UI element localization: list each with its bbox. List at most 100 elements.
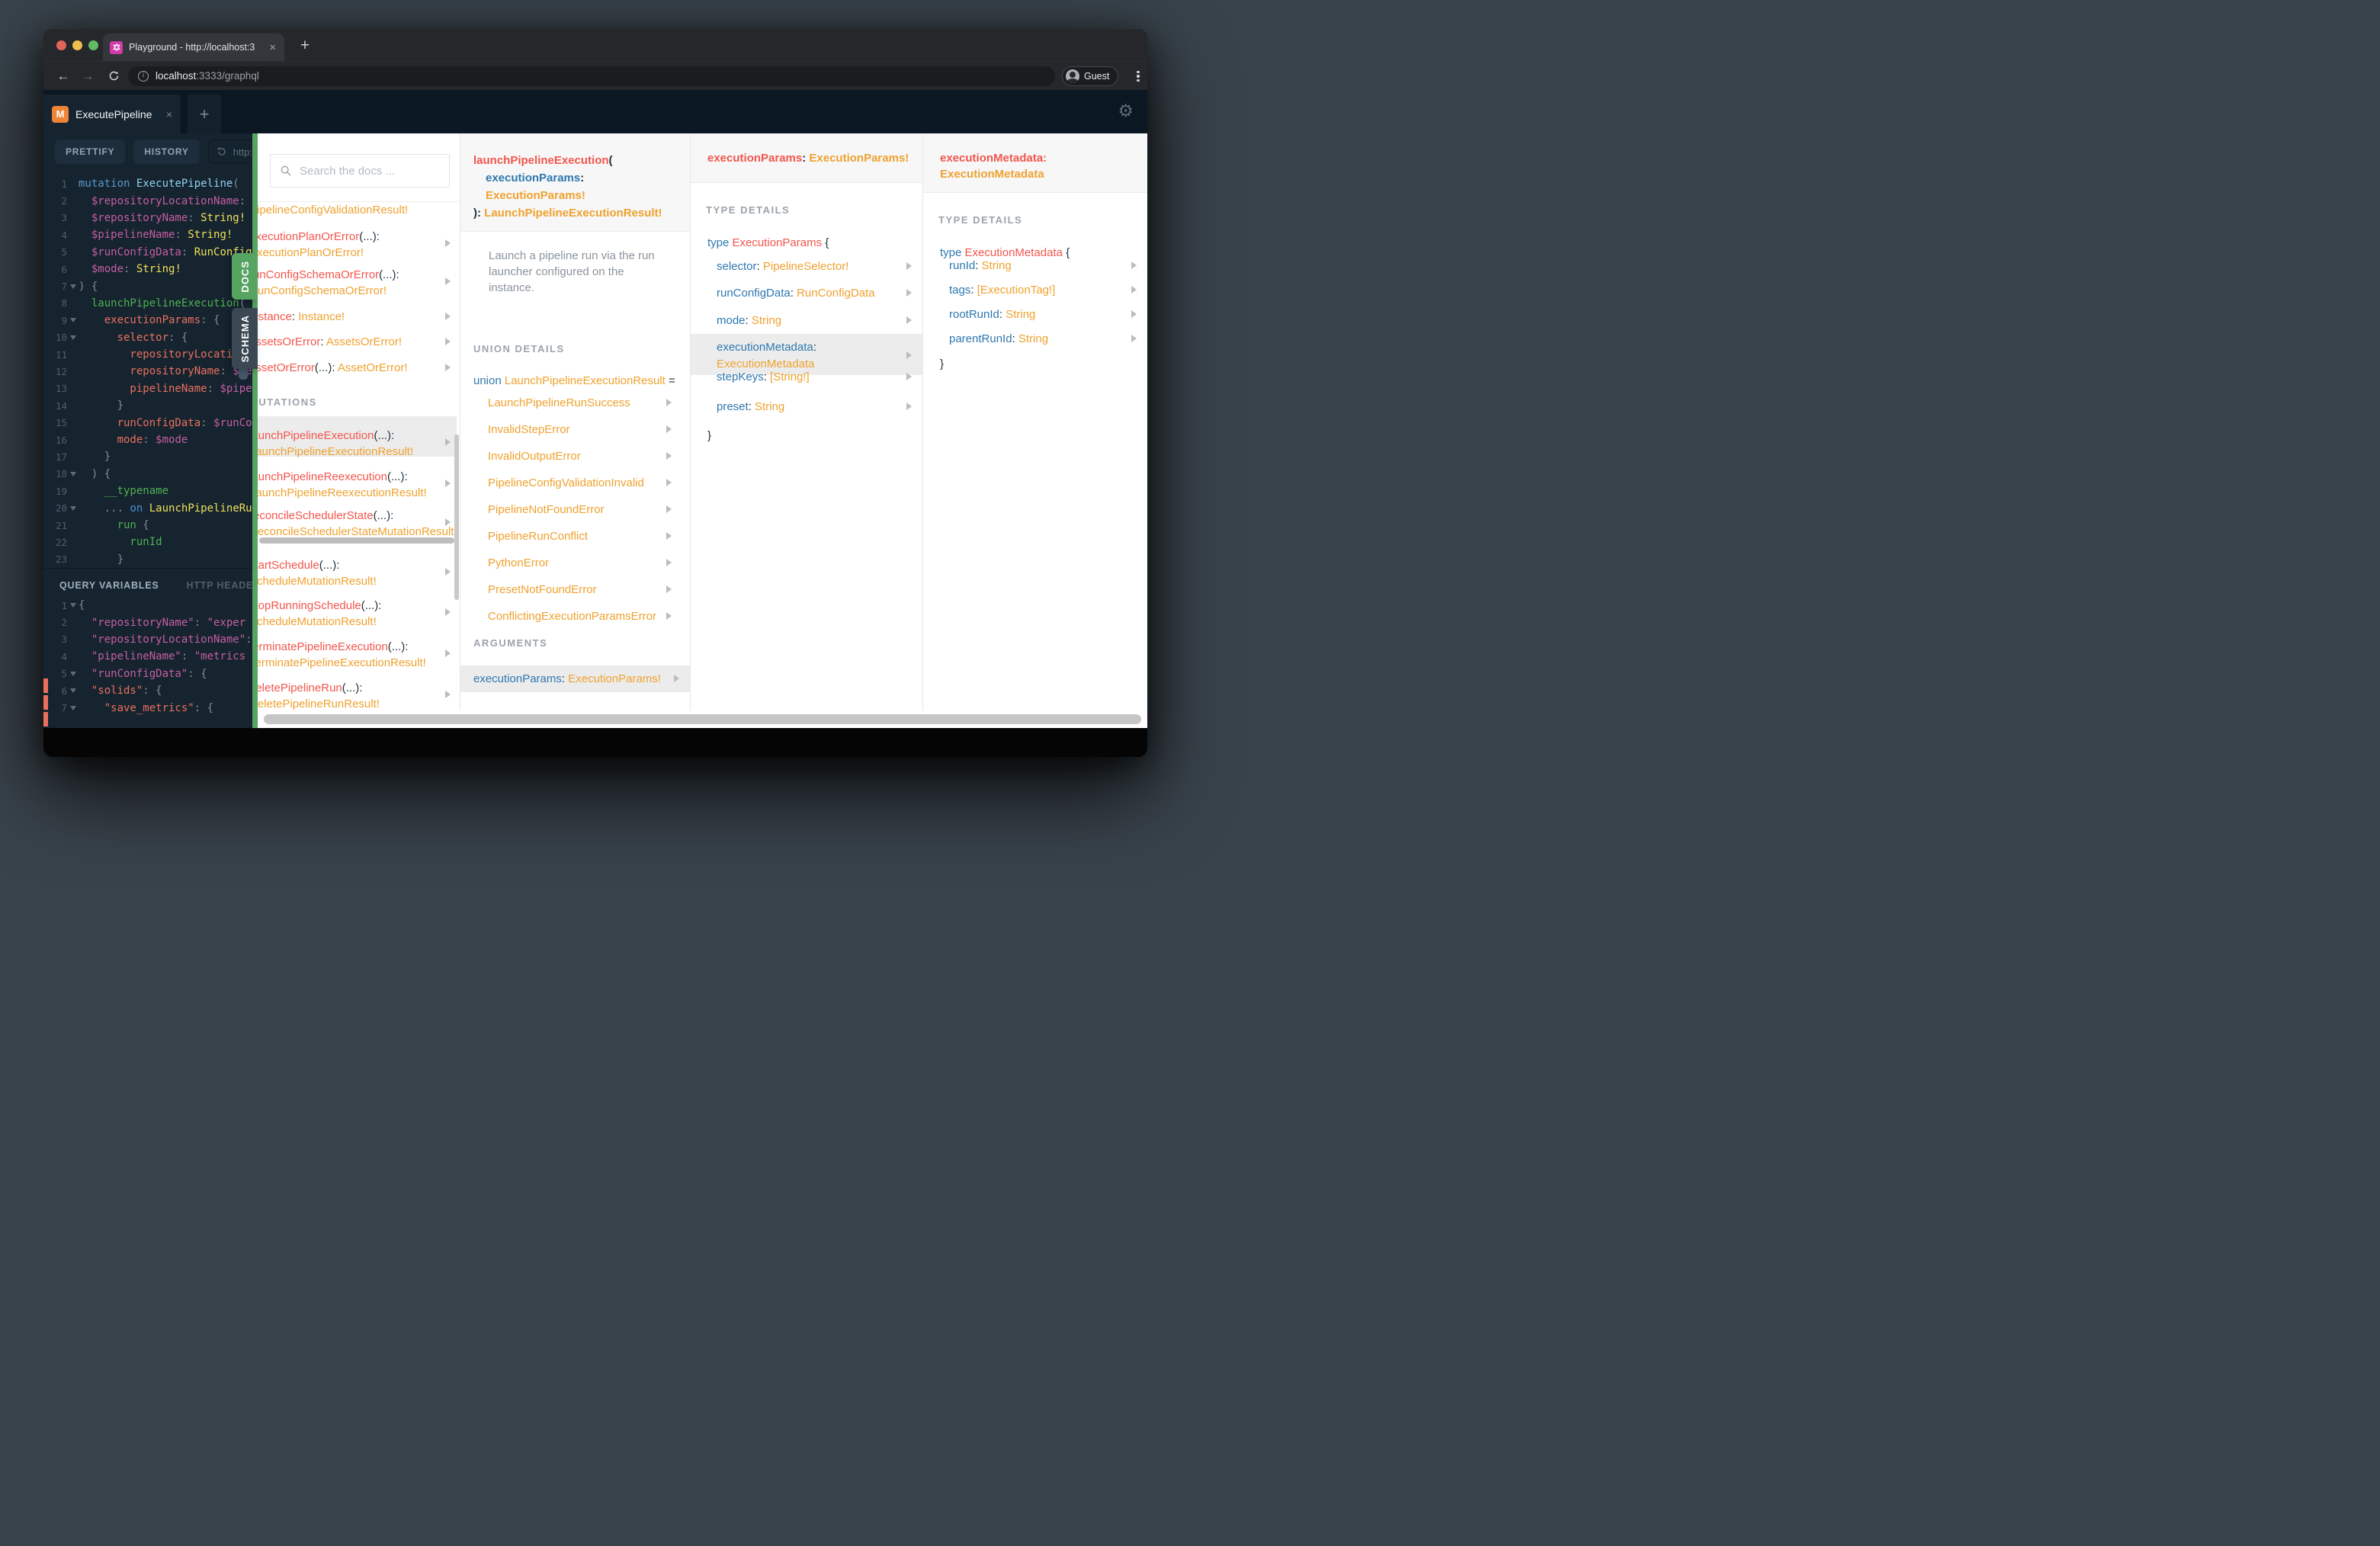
type-field[interactable]: stepKeys: [String!] xyxy=(717,370,810,385)
docs-search-input[interactable]: Search the docs ... xyxy=(270,154,450,188)
expand-arrow-icon[interactable] xyxy=(445,608,451,616)
schema-tab[interactable]: SCHEMA xyxy=(232,308,258,369)
type-field[interactable]: preset: String xyxy=(717,399,784,415)
expand-arrow-icon[interactable] xyxy=(445,568,451,576)
history-button[interactable]: HISTORY xyxy=(133,140,200,164)
docs-item[interactable]: executionPlanOrError(...): xyxy=(258,229,380,245)
expand-arrow-icon[interactable] xyxy=(666,559,672,566)
docs-panel-edge[interactable] xyxy=(252,133,258,728)
union-member[interactable]: InvalidOutputError xyxy=(488,449,581,464)
expand-arrow-icon[interactable] xyxy=(1131,310,1137,318)
expand-arrow-icon[interactable] xyxy=(666,479,672,486)
docs-item-result-type[interactable]: TerminatePipelineExecutionResult! xyxy=(258,656,426,671)
expand-arrow-icon[interactable] xyxy=(445,650,451,657)
expand-arrow-icon[interactable] xyxy=(906,316,912,324)
expand-arrow-icon[interactable] xyxy=(906,373,912,380)
union-member[interactable]: PythonError xyxy=(488,556,549,571)
docs-item[interactable]: launchPipelineReexecution(...): xyxy=(258,470,408,485)
profile-button[interactable]: Guest xyxy=(1062,66,1119,86)
argument-row[interactable]: executionParams: ExecutionParams! xyxy=(473,672,661,687)
type-field[interactable]: rootRunId: String xyxy=(949,307,1035,322)
expand-arrow-icon[interactable] xyxy=(445,338,451,345)
endpoint-input[interactable]: http://loc xyxy=(207,140,252,164)
docs-item[interactable]: instance: Instance! xyxy=(258,310,345,325)
docs-item[interactable]: stopRunningSchedule(...): xyxy=(258,598,381,614)
col1-vertical-scrollbar[interactable] xyxy=(454,435,459,600)
type-field[interactable]: selector: PipelineSelector! xyxy=(717,259,848,274)
close-window-icon[interactable] xyxy=(56,40,66,50)
docs-item[interactable]: runConfigSchemaOrError(...): xyxy=(258,268,399,283)
type-field[interactable]: mode: String xyxy=(717,313,781,329)
fold-arrow-icon[interactable] xyxy=(69,318,76,323)
reload-icon[interactable] xyxy=(104,67,123,85)
tab-query-variables[interactable]: QUERY VARIABLES xyxy=(59,580,159,591)
browser-tab[interactable]: Playground - http://localhost:3 × xyxy=(103,34,284,61)
fold-arrow-icon[interactable] xyxy=(69,284,76,289)
fold-arrow-icon[interactable] xyxy=(69,671,76,676)
expand-arrow-icon[interactable] xyxy=(1131,335,1137,342)
expand-arrow-icon[interactable] xyxy=(445,438,451,446)
union-member[interactable]: PipelineConfigValidationInvalid xyxy=(488,476,644,491)
fold-arrow-icon[interactable] xyxy=(69,688,76,694)
expand-arrow-icon[interactable] xyxy=(445,313,451,320)
docs-item-result-type[interactable]: ExecutionPlanOrError! xyxy=(258,245,364,261)
site-info-icon[interactable]: i xyxy=(138,71,149,82)
forward-icon[interactable]: → xyxy=(79,67,97,85)
expand-arrow-icon[interactable] xyxy=(445,239,451,247)
prettify-button[interactable]: PRETTIFY xyxy=(55,140,126,164)
browser-tab-close-icon[interactable]: × xyxy=(268,41,277,54)
union-member[interactable]: LaunchPipelineRunSuccess xyxy=(488,396,630,411)
browser-new-tab-button[interactable]: + xyxy=(295,37,315,56)
docs-horizontal-scrollbar[interactable] xyxy=(264,714,1141,724)
expand-arrow-icon[interactable] xyxy=(906,351,912,359)
tab-http-headers[interactable]: HTTP HEADERS xyxy=(187,580,252,591)
union-member[interactable]: PipelineRunConflict xyxy=(488,529,588,544)
fold-arrow-icon[interactable] xyxy=(69,471,76,476)
address-bar[interactable]: i localhost:3333/graphql xyxy=(128,66,1055,86)
fold-arrow-icon[interactable] xyxy=(69,603,76,608)
docs-item-result-type[interactable]: RunConfigSchemaOrError! xyxy=(258,284,387,299)
union-member[interactable]: ConflictingExecutionParamsError xyxy=(488,609,656,624)
playground-tab-close-icon[interactable]: × xyxy=(166,108,172,120)
docs-item[interactable]: assetsOrError: AssetsOrError! xyxy=(258,335,402,350)
docs-item-result-type[interactable]: ScheduleMutationResult! xyxy=(258,574,377,589)
expand-arrow-icon[interactable] xyxy=(906,403,912,410)
expand-arrow-icon[interactable] xyxy=(906,262,912,270)
expand-arrow-icon[interactable] xyxy=(1131,286,1137,293)
playground-tab-executepipeline[interactable]: M ExecutePipeline × xyxy=(43,95,181,133)
docs-item[interactable]: startSchedule(...): xyxy=(258,558,339,573)
type-field[interactable]: executionMetadata: xyxy=(717,340,816,355)
docs-item-result-type[interactable]: DeletePipelineRunResult! xyxy=(258,697,380,710)
expand-arrow-icon[interactable] xyxy=(666,505,672,513)
expand-arrow-icon[interactable] xyxy=(666,425,672,433)
docs-item[interactable]: reconcileSchedulerState(...): xyxy=(258,508,393,524)
type-field[interactable]: parentRunId: String xyxy=(949,332,1048,347)
expand-arrow-icon[interactable] xyxy=(666,532,672,540)
docs-item[interactable]: deletePipelineRun(...): xyxy=(258,681,362,696)
expand-arrow-icon[interactable] xyxy=(1131,261,1137,269)
expand-arrow-icon[interactable] xyxy=(445,480,451,487)
expand-arrow-icon[interactable] xyxy=(666,399,672,406)
expand-arrow-icon[interactable] xyxy=(666,612,672,620)
playground-new-tab-button[interactable]: + xyxy=(188,95,221,133)
minimize-window-icon[interactable] xyxy=(72,40,82,50)
docs-item-result-type[interactable]: LaunchPipelineExecutionResult! xyxy=(258,444,413,460)
docs-item[interactable]: assetOrError(...): AssetOrError! xyxy=(258,361,408,376)
union-member[interactable]: PresetNotFoundError xyxy=(488,582,597,598)
back-icon[interactable]: ← xyxy=(54,67,72,85)
type-field[interactable]: runConfigData: RunConfigData xyxy=(717,286,875,301)
settings-gear-icon[interactable]: ⚙ xyxy=(1118,100,1134,121)
expand-arrow-icon[interactable] xyxy=(445,691,451,698)
expand-arrow-icon[interactable] xyxy=(445,277,451,285)
maximize-window-icon[interactable] xyxy=(88,40,98,50)
docs-item-result-type[interactable]: ScheduleMutationResult! xyxy=(258,614,377,630)
query-editor[interactable]: 1 mutation ExecutePipeline(2 $repositoryL… xyxy=(43,175,252,568)
expand-arrow-icon[interactable] xyxy=(906,289,912,297)
docs-item[interactable]: terminatePipelineExecution(...): xyxy=(258,640,408,655)
expand-arrow-icon[interactable] xyxy=(445,364,451,371)
union-member[interactable]: InvalidStepError xyxy=(488,422,570,438)
expand-arrow-icon[interactable] xyxy=(666,585,672,593)
docs-item-result-type[interactable]: LaunchPipelineReexecutionResult! xyxy=(258,486,427,501)
docs-tab[interactable]: DOCS xyxy=(232,253,258,300)
fold-arrow-icon[interactable] xyxy=(69,705,76,710)
